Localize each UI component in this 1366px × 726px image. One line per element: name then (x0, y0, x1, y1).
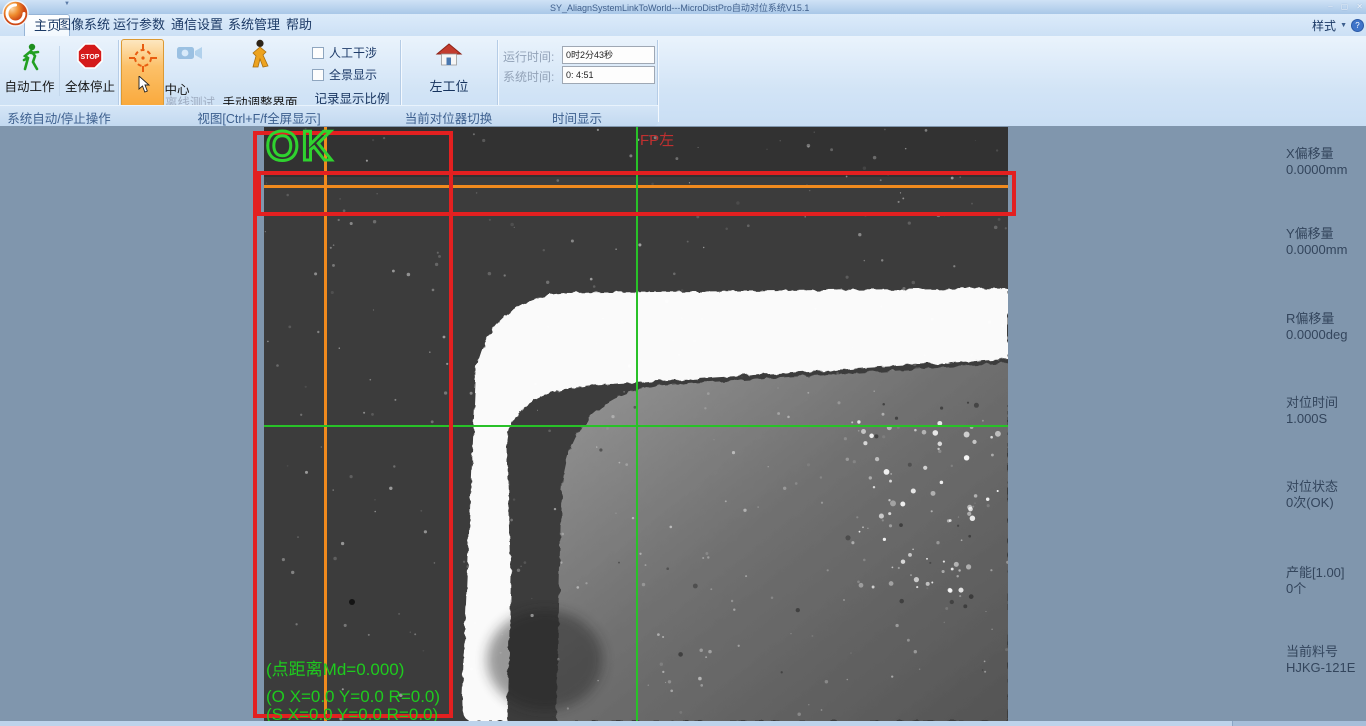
stop-all-button[interactable]: STOP 全体停止 (62, 40, 118, 104)
group-label-system: 系统自动/停止操作 (0, 108, 118, 127)
info-capacity: 产能[1.00] 0个 (1286, 565, 1366, 596)
info-value: 0.0000mm (1286, 162, 1366, 178)
window-title: SY_AliagnSystemLinkToWorld---MicroDistPr… (550, 1, 809, 14)
house-icon (435, 42, 463, 68)
sys-time-label: 系统时间: (503, 68, 554, 85)
vertical-crosshair-line-green (636, 127, 638, 721)
help-icon[interactable]: ? (1351, 19, 1364, 32)
maximize-button[interactable]: ▢ (1341, 0, 1349, 13)
checkbox-icon[interactable] (312, 69, 324, 81)
group-label-view: 视图[Ctrl+F/f全屏显示] (118, 108, 400, 127)
minimize-button[interactable]: – (1328, 0, 1332, 13)
tab-image-system[interactable]: 图像系统 (58, 14, 110, 35)
run-time-label: 运行时间: (503, 48, 554, 65)
panel-interior (556, 363, 1008, 721)
quick-access-caret-icon[interactable]: ▼ (64, 1, 70, 7)
status-bar (0, 721, 1366, 726)
status-bar-segment (0, 721, 1232, 726)
info-value: 1.000S (1286, 411, 1366, 427)
search-region-rect-tall (253, 131, 453, 718)
main-area: OK FP左 (点距离Md=0.000) (O X=0.0 Y=0.0 R=0.… (0, 126, 1366, 726)
info-label: 对位时间 (1286, 395, 1366, 411)
left-station-button[interactable]: 左工位 (412, 76, 486, 95)
title-bar: ▼ SY_AliagnSystemLinkToWorld---MicroDist… (0, 0, 1366, 15)
crosshair-icon (129, 44, 157, 72)
tab-system-mgmt[interactable]: 系统管理 (228, 14, 280, 35)
measure-o-text: (O X=0.0 Y=0.0 R=0.0) (266, 687, 440, 707)
info-value: 0.0000mm (1286, 242, 1366, 258)
tab-help[interactable]: 帮助 (285, 14, 313, 35)
auto-work-button[interactable]: 自动工作 (2, 40, 57, 104)
mouse-cursor-icon (138, 76, 151, 94)
info-value: HJKG-121E (1286, 660, 1366, 676)
group-label-aligner: 当前对位器切换 (400, 108, 497, 127)
info-align-time: 对位时间 1.000S (1286, 395, 1366, 426)
group-label-time: 时间显示 (497, 108, 657, 127)
stop-sign-icon: STOP (75, 42, 105, 72)
search-region-rect-wide (257, 171, 1016, 216)
ribbon-tab-row: 主页 图像系统 运行参数 通信设置 系统管理 帮助 样式 ▼ ? (0, 14, 1366, 37)
run-time-field[interactable]: 0时2分43秒 (562, 46, 655, 64)
info-align-status: 对位状态 0次(OK) (1286, 479, 1366, 510)
info-label: R偏移量 (1286, 311, 1366, 327)
result-text: OK (266, 122, 335, 170)
info-value: 0.0000deg (1286, 327, 1366, 343)
style-menu-button[interactable]: 样式 (1312, 17, 1336, 34)
app-logo-icon[interactable] (2, 0, 29, 32)
info-label: 产能[1.00] (1286, 565, 1366, 581)
measure-distance-text: (点距离Md=0.000) (266, 655, 404, 680)
info-x-offset: X偏移量 0.0000mm (1286, 146, 1366, 177)
info-value: 0个 (1286, 581, 1366, 597)
tab-comm-settings[interactable]: 通信设置 (171, 14, 223, 35)
info-y-offset: Y偏移量 0.0000mm (1286, 226, 1366, 257)
info-label: X偏移量 (1286, 146, 1366, 162)
checkbox-icon[interactable] (312, 47, 324, 59)
ribbon: 自动工作 STOP 全体停止 中心 (0, 36, 1366, 126)
close-button[interactable]: ✕ (1356, 0, 1363, 13)
info-label: 对位状态 (1286, 479, 1366, 495)
style-caret-icon[interactable]: ▼ (1340, 22, 1347, 29)
camera-icon (176, 43, 204, 63)
camera-tag-label: FP左 (640, 129, 674, 150)
sys-time-field[interactable]: 0: 4:51 (562, 66, 655, 84)
panorama-checkbox[interactable]: 全景显示 (312, 66, 377, 83)
info-part-number: 当前料号 HJKG-121E (1286, 644, 1366, 675)
info-r-offset: R偏移量 0.0000deg (1286, 311, 1366, 342)
info-value: 0次(OK) (1286, 495, 1366, 511)
running-man-icon (15, 42, 45, 72)
manual-intervention-checkbox[interactable]: 人工干涉 (312, 44, 377, 61)
tab-run-params[interactable]: 运行参数 (113, 14, 165, 35)
app-window: ▼ SY_AliagnSystemLinkToWorld---MicroDist… (0, 0, 1366, 726)
status-bar-segment (1232, 721, 1366, 726)
info-label: Y偏移量 (1286, 226, 1366, 242)
person-icon (246, 39, 274, 69)
center-view-button[interactable]: 中心 (121, 39, 164, 107)
svg-text:STOP: STOP (81, 54, 100, 61)
button-divider (59, 46, 60, 96)
info-label: 当前料号 (1286, 644, 1366, 660)
